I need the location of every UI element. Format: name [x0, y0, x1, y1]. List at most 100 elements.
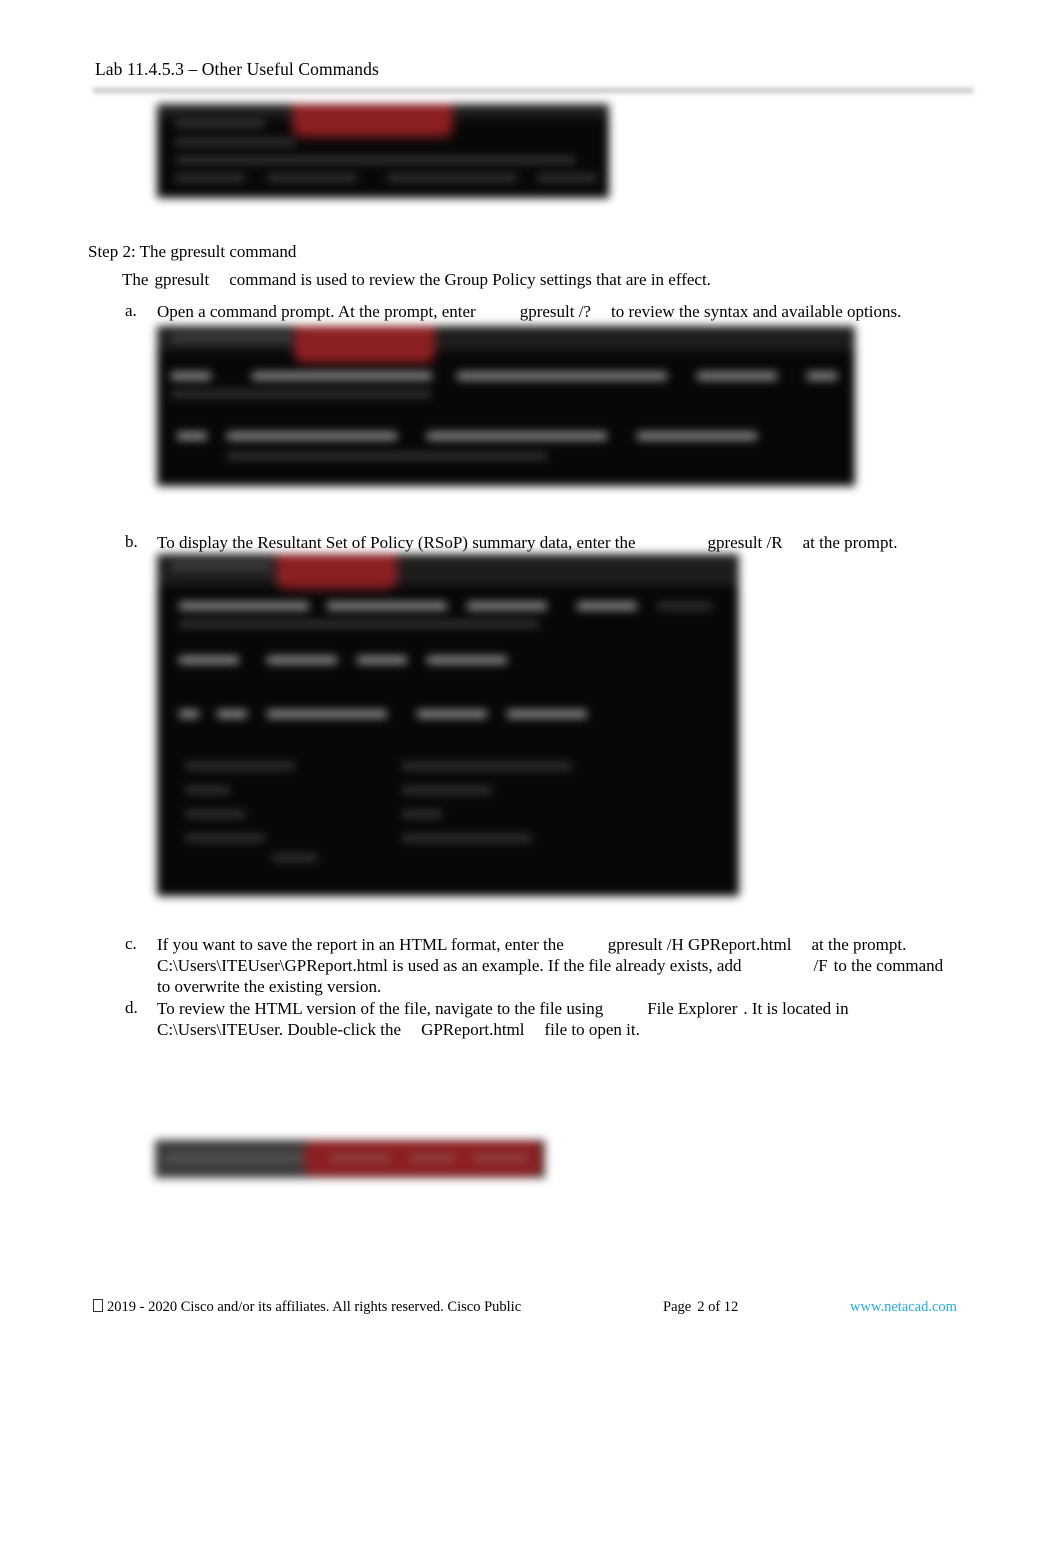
item-a-command: gpresult /? — [519, 302, 591, 321]
screenshot-text-line — [577, 602, 637, 610]
screenshot-text-line — [410, 1154, 455, 1162]
screenshot-text-line — [179, 602, 309, 610]
intro-paragraph: The gpresult command is used to review the… — [122, 270, 711, 290]
footer-page-number: Page 2 of 12 — [663, 1299, 738, 1316]
list-marker-c: c. — [125, 934, 137, 953]
screenshot-text-line — [267, 710, 387, 718]
screenshot-highlight-box — [279, 554, 394, 586]
item-c-text-1: If you want to save the report in an HTM… — [157, 935, 564, 954]
screenshot-text-line — [467, 602, 547, 610]
screenshot-text-line — [175, 174, 245, 182]
list-item-c-body: If you want to save the report in an HTM… — [157, 934, 985, 997]
list-item-d-body: To review the HTML version of the file, … — [157, 998, 985, 1040]
footer-copyright-text: 2019 - 2020 Cisco and/or its affiliates.… — [107, 1299, 522, 1315]
screenshot-text-line — [402, 762, 572, 770]
item-c-line-3: to overwrite the existing version. — [157, 977, 382, 996]
list-item-a-body: Open a command prompt. At the prompt, en… — [157, 301, 955, 322]
screenshot-text-line — [267, 174, 357, 182]
screenshot-text-line — [402, 786, 492, 794]
list-item: a. Open a command prompt. At the prompt,… — [125, 301, 955, 322]
item-d-line-2a: C:\Users\ITEUser. Double-click the — [157, 1020, 402, 1039]
item-d-text-2: . It is located in — [743, 999, 849, 1018]
screenshot-text-line — [357, 656, 407, 664]
footer-page-of: of — [708, 1299, 721, 1315]
copyright-glyph-icon — [93, 1299, 103, 1312]
screenshot-text-line — [457, 372, 667, 380]
item-d-line-1: To review the HTML version of the file, … — [157, 998, 985, 1019]
item-c-command-1: gpresult /H GPReport.html — [607, 935, 792, 954]
footer-page-label: Page — [663, 1299, 692, 1315]
gpresult-rsop-screenshot — [157, 554, 739, 896]
screenshot-text-line — [537, 174, 597, 182]
item-c-line-1: If you want to save the report in an HTM… — [157, 934, 985, 955]
screenshot-highlight-box — [297, 326, 432, 360]
screenshot-text-line — [507, 710, 587, 718]
item-b-command: gpresult /R — [707, 533, 783, 552]
item-c-line-2a: C:\Users\ITEUser\GPReport.html is used a… — [157, 956, 742, 975]
command-prompt-screenshot-top — [157, 104, 609, 198]
intro-text-1: The — [122, 270, 149, 289]
screenshot-text-line — [175, 156, 575, 164]
screenshot-text-line — [473, 1154, 528, 1162]
screenshot-text-line — [427, 432, 607, 440]
screenshot-text-line — [417, 710, 487, 718]
item-d-line-2: C:\Users\ITEUser. Double-click the GPRepo… — [157, 1019, 985, 1040]
list-item: b. To display the Resultant Set of Polic… — [125, 532, 955, 553]
page-header-title: Lab 11.4.5.3 – Other Useful Commands — [95, 59, 379, 79]
list-marker-d: d. — [125, 998, 138, 1017]
gpresult-html-screenshot — [155, 1140, 545, 1178]
screenshot-text-line — [387, 174, 517, 182]
list-marker-b: b. — [125, 532, 138, 551]
screenshot-text-line — [807, 372, 837, 380]
screenshot-text-line — [267, 656, 337, 664]
list-item-b-body: To display the Resultant Set of Policy (… — [157, 532, 955, 553]
screenshot-text-line — [177, 432, 207, 440]
screenshot-text-line — [427, 656, 507, 664]
screenshot-text-line — [179, 620, 539, 628]
item-d-command-1: File Explorer — [647, 999, 738, 1018]
item-a-text-2: to review the syntax and available optio… — [610, 302, 902, 321]
screenshot-text-line — [171, 562, 271, 570]
screenshot-text-line — [171, 372, 211, 380]
intro-command: gpresult — [154, 270, 210, 289]
item-d-line-2b: file to open it. — [544, 1020, 640, 1039]
screenshot-text-line — [171, 390, 431, 398]
intro-text-2: command is used to review the Group Poli… — [229, 270, 711, 289]
screenshot-text-line — [272, 854, 317, 862]
page-footer: 2019 - 2020 Cisco and/or its affiliates.… — [93, 1299, 973, 1321]
screenshot-text-line — [402, 810, 442, 818]
screenshot-highlight-box — [295, 104, 450, 134]
screenshot-text-line — [330, 1154, 390, 1162]
screenshot-text-line — [637, 432, 757, 440]
screenshot-text-line — [171, 334, 291, 342]
footer-page-total: 12 — [723, 1299, 739, 1315]
screenshot-text-line — [227, 452, 547, 460]
footer-page-value: 2 — [697, 1299, 705, 1315]
screenshot-text-line — [165, 1154, 305, 1162]
list-marker-a: a. — [125, 301, 137, 320]
item-b-text-1: To display the Resultant Set of Policy (… — [157, 533, 636, 552]
item-a-text-1: Open a command prompt. At the prompt, en… — [157, 302, 476, 321]
item-c-line-2: C:\Users\ITEUser\GPReport.html is used a… — [157, 955, 985, 976]
footer-netacad-link[interactable]: www.netacad.com — [850, 1299, 957, 1316]
step-heading: Step 2: The gpresult command — [88, 242, 297, 261]
screenshot-text-line — [227, 432, 397, 440]
footer-copyright: 2019 - 2020 Cisco and/or its affiliates.… — [93, 1299, 521, 1316]
screenshot-text-line — [402, 834, 532, 842]
item-b-text-2: at the prompt. — [802, 533, 898, 552]
screenshot-text-line — [185, 834, 265, 842]
screenshot-text-line — [185, 786, 230, 794]
item-c-line-2b: to the command — [833, 956, 944, 975]
item-d-command-2: GPReport.html — [421, 1020, 525, 1039]
screenshot-text-line — [185, 810, 245, 818]
screenshot-text-line — [179, 710, 199, 718]
screenshot-text-line — [327, 602, 447, 610]
list-item: d. To review the HTML version of the fil… — [125, 998, 985, 1040]
screenshot-text-line — [179, 656, 239, 664]
item-d-text-1: To review the HTML version of the file, … — [157, 999, 604, 1018]
list-item: c. If you want to save the report in an … — [125, 934, 985, 997]
screenshot-text-line — [217, 710, 247, 718]
screenshot-text-line — [252, 372, 432, 380]
item-c-command-2: /F — [813, 956, 828, 975]
screenshot-text-line — [175, 120, 265, 128]
